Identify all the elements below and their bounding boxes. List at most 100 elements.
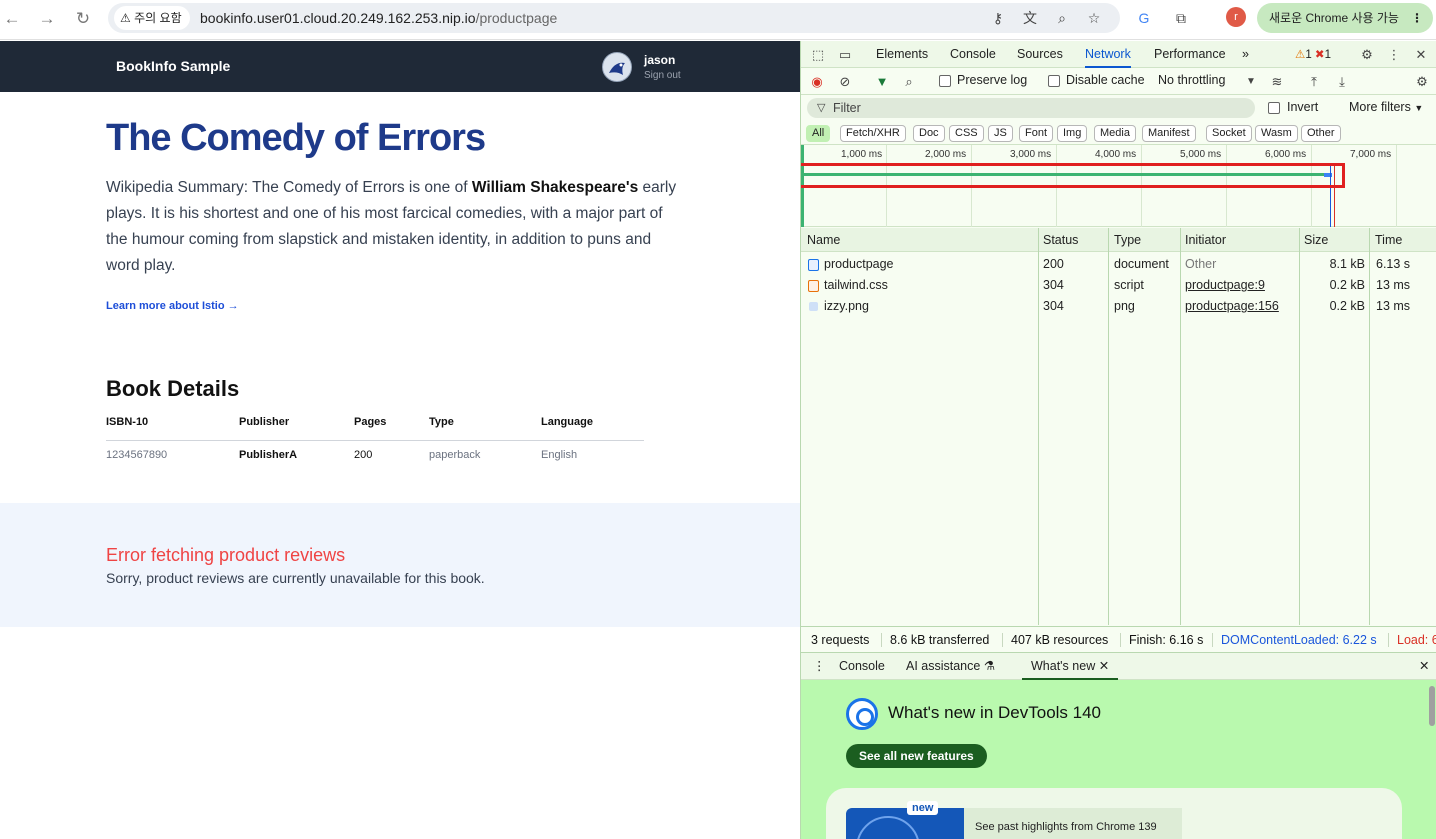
tab-network[interactable]: Network bbox=[1085, 41, 1131, 68]
translate-icon[interactable]: 文 bbox=[1021, 9, 1039, 27]
more-tabs-icon[interactable]: » bbox=[1242, 41, 1249, 68]
chip-js[interactable]: JS bbox=[988, 125, 1013, 142]
reload-icon[interactable]: ↻ bbox=[72, 8, 94, 30]
address-bar[interactable]: ⚠ 주의 요함 bookinfo.user01.cloud.20.249.162… bbox=[108, 3, 1120, 33]
flask-icon: ⚗ bbox=[983, 659, 996, 673]
network-conditions-icon[interactable]: ≋ bbox=[1268, 73, 1286, 91]
requests-table-header: Name Status Type Initiator Size Time bbox=[801, 228, 1436, 252]
tab-elements[interactable]: Elements bbox=[876, 41, 928, 68]
details-language: English bbox=[541, 449, 578, 461]
kebab-menu-icon: ⋮ bbox=[1411, 11, 1423, 25]
zoom-icon[interactable]: ⌕ bbox=[1053, 9, 1071, 27]
summary-author: William Shakespeare's bbox=[471, 179, 639, 196]
tab-sources[interactable]: Sources bbox=[1017, 41, 1063, 68]
security-warning-chip[interactable]: ⚠ 주의 요함 bbox=[114, 6, 190, 30]
chip-css[interactable]: CSS bbox=[949, 125, 984, 142]
back-icon[interactable]: ← bbox=[1, 8, 23, 30]
network-settings-icon[interactable]: ⚙ bbox=[1413, 73, 1431, 91]
preserve-log-checkbox[interactable] bbox=[939, 75, 951, 87]
request-status: 200 bbox=[1043, 257, 1064, 271]
inspect-element-icon[interactable]: ⬚ bbox=[809, 46, 827, 64]
filter-icon[interactable]: ▼ bbox=[873, 73, 891, 91]
learn-more-link[interactable]: Learn more about Istio → bbox=[106, 300, 239, 312]
key-icon[interactable]: ⚷ bbox=[989, 9, 1007, 27]
chip-doc[interactable]: Doc bbox=[913, 125, 945, 142]
see-all-features-button[interactable]: See all new features bbox=[846, 744, 987, 768]
filter-input[interactable]: ▽ Filter bbox=[807, 98, 1255, 118]
record-stop-icon[interactable]: ◉ bbox=[808, 73, 826, 91]
url-text[interactable]: bookinfo.user01.cloud.20.249.162.253.nip… bbox=[200, 3, 557, 33]
translate-extension-icon[interactable]: G bbox=[1135, 9, 1153, 27]
extensions-icon[interactable]: ⧉ bbox=[1172, 9, 1190, 27]
invert-checkbox[interactable] bbox=[1268, 102, 1280, 114]
table-row[interactable]: izzy.png 304 png productpage:156 0.2 kB … bbox=[801, 296, 1436, 317]
close-devtools-icon[interactable]: ✕ bbox=[1412, 46, 1430, 64]
request-initiator-link[interactable]: productpage:156 bbox=[1185, 296, 1279, 317]
request-name[interactable]: tailwind.css bbox=[824, 275, 888, 296]
request-initiator-link[interactable]: productpage:9 bbox=[1185, 275, 1265, 296]
security-warning-label: 주의 요함 bbox=[134, 11, 182, 25]
column-initiator[interactable]: Initiator bbox=[1185, 228, 1226, 252]
disable-cache-checkbox[interactable] bbox=[1048, 75, 1060, 87]
devtools-tab-bar: ⬚ ▭ Elements Console Sources Network Per… bbox=[801, 41, 1436, 68]
timeline-tick-label: 6,000 ms bbox=[1265, 149, 1307, 160]
network-timeline-overview[interactable]: 1,000 ms 2,000 ms 3,000 ms 4,000 ms 5,00… bbox=[801, 145, 1436, 227]
chip-socket[interactable]: Socket bbox=[1206, 125, 1252, 142]
chip-media[interactable]: Media bbox=[1094, 125, 1136, 142]
past-highlights-link[interactable]: See past highlights from Chrome 139 bbox=[975, 821, 1157, 833]
device-toolbar-icon[interactable]: ▭ bbox=[836, 46, 854, 64]
import-har-icon[interactable]: ⤒ bbox=[1305, 73, 1323, 91]
more-filters-label: More filters bbox=[1349, 100, 1411, 114]
network-summary-bar: 3 requests 8.6 kB transferred 407 kB res… bbox=[801, 626, 1436, 653]
issues-counter[interactable]: ⚠1 ✖1 bbox=[1295, 47, 1331, 61]
forward-icon[interactable]: → bbox=[36, 8, 58, 30]
whats-new-title: What's new in DevTools 140 bbox=[888, 703, 1102, 722]
chip-other[interactable]: Other bbox=[1301, 125, 1341, 142]
column-size[interactable]: Size bbox=[1304, 228, 1328, 252]
request-status: 304 bbox=[1043, 278, 1064, 292]
close-drawer-icon[interactable]: ✕ bbox=[1419, 653, 1429, 680]
chrome-update-button[interactable]: 새로운 Chrome 사용 가능 ⋮ bbox=[1257, 3, 1433, 33]
preserve-log-label: Preserve log bbox=[957, 73, 1028, 87]
drawer-menu-icon[interactable]: ⋮ bbox=[813, 653, 826, 680]
devtools-menu-icon[interactable]: ⋮ bbox=[1385, 46, 1403, 64]
more-filters-dropdown[interactable]: More filters ▼ bbox=[1349, 100, 1423, 114]
warning-icon: ⚠ bbox=[1295, 49, 1306, 61]
drawer-tab-whats-new[interactable]: What's new ✕ bbox=[1022, 653, 1119, 680]
tab-performance[interactable]: Performance bbox=[1154, 41, 1226, 68]
column-name[interactable]: Name bbox=[807, 228, 840, 252]
summary-text-start: Wikipedia Summary: The Comedy of Errors … bbox=[106, 179, 472, 196]
drawer-tab-whats-new-label: What's new bbox=[1031, 659, 1096, 673]
summary-separator bbox=[1002, 633, 1003, 647]
chip-wasm[interactable]: Wasm bbox=[1255, 125, 1298, 142]
highlights-card[interactable]: new See past highlights from Chrome 139 bbox=[826, 788, 1402, 839]
tab-console[interactable]: Console bbox=[950, 41, 996, 68]
reviews-error-title: Error fetching product reviews bbox=[106, 545, 346, 565]
brand-title[interactable]: BookInfo Sample bbox=[116, 58, 230, 74]
search-icon[interactable]: ⌕ bbox=[900, 73, 918, 91]
close-tab-icon[interactable]: ✕ bbox=[1099, 659, 1109, 673]
drawer-tab-ai-assistance[interactable]: AI assistance ⚗ bbox=[906, 653, 995, 680]
chip-fetch-xhr[interactable]: Fetch/XHR bbox=[840, 125, 906, 142]
column-type[interactable]: Type bbox=[1114, 228, 1141, 252]
export-har-icon[interactable]: ⤓ bbox=[1333, 73, 1351, 91]
bookmark-star-icon[interactable]: ☆ bbox=[1085, 9, 1103, 27]
sign-out-link[interactable]: Sign out bbox=[644, 70, 681, 81]
clear-icon[interactable]: ⊘ bbox=[836, 73, 854, 91]
timeline-tick-label: 5,000 ms bbox=[1180, 149, 1222, 160]
settings-gear-icon[interactable]: ⚙ bbox=[1358, 46, 1376, 64]
table-row[interactable]: productpage 200 document Other 8.1 kB 6.… bbox=[801, 254, 1436, 275]
chip-font[interactable]: Font bbox=[1019, 125, 1054, 142]
throttling-select[interactable]: No throttling bbox=[1158, 73, 1225, 87]
request-name[interactable]: izzy.png bbox=[824, 296, 869, 317]
column-time[interactable]: Time bbox=[1375, 228, 1402, 252]
table-row[interactable]: tailwind.css 304 script productpage:9 0.… bbox=[801, 275, 1436, 296]
drawer-tab-console[interactable]: Console bbox=[839, 653, 885, 680]
profile-avatar[interactable]: r bbox=[1226, 7, 1246, 27]
request-name[interactable]: productpage bbox=[824, 254, 894, 275]
column-status[interactable]: Status bbox=[1043, 228, 1078, 252]
chip-all[interactable]: All bbox=[806, 125, 831, 142]
chip-manifest[interactable]: Manifest bbox=[1142, 125, 1196, 142]
chip-img[interactable]: Img bbox=[1057, 125, 1088, 142]
drawer-scrollbar[interactable] bbox=[1429, 686, 1435, 726]
